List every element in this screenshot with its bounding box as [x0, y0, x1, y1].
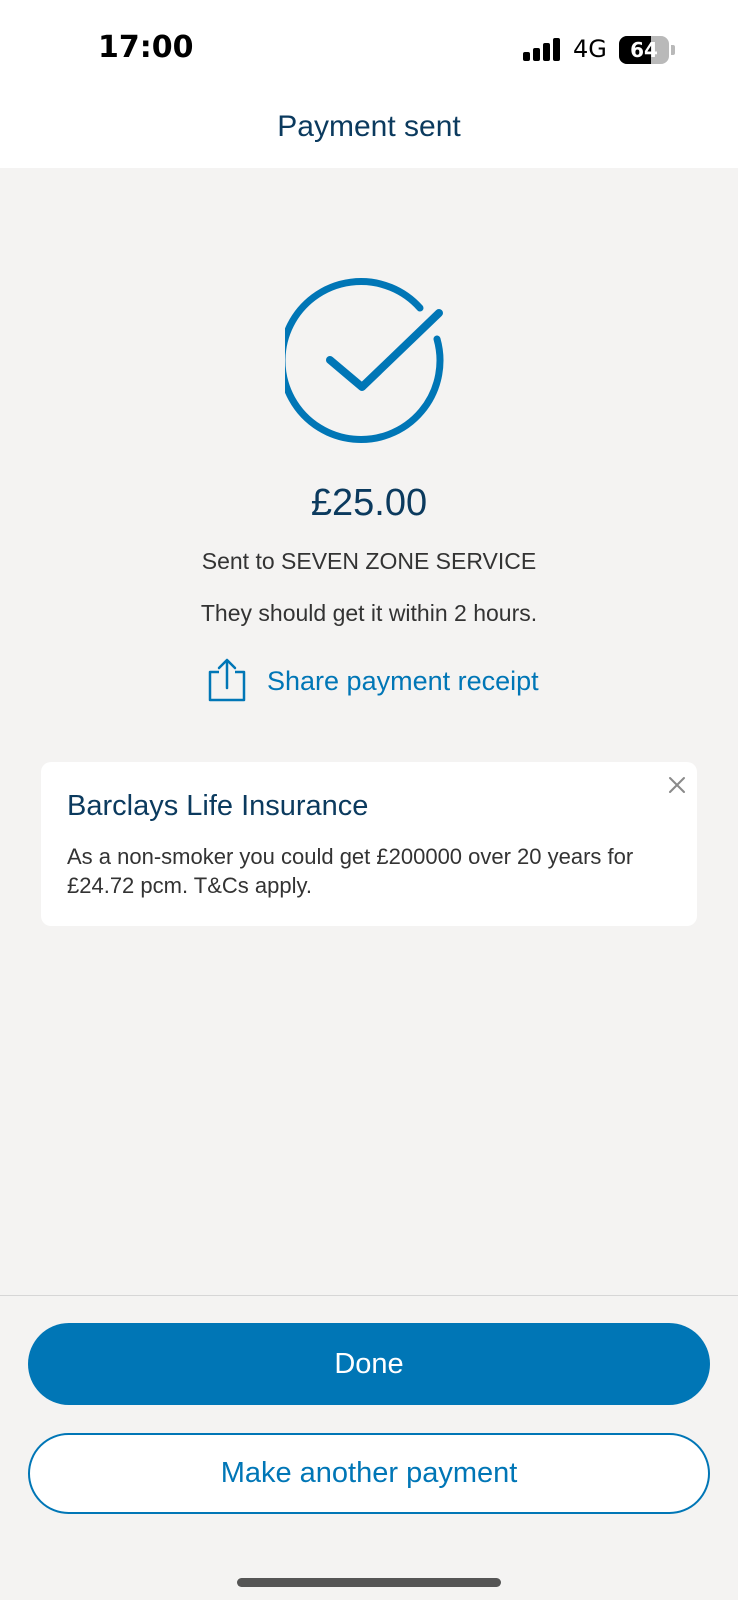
- cellular-signal-icon: [523, 38, 560, 61]
- delivery-eta-text: They should get it within 2 hours.: [200, 600, 538, 626]
- make-another-payment-button[interactable]: Make another payment: [28, 1433, 710, 1514]
- footer-divider: [0, 1295, 738, 1296]
- battery-icon: 64: [619, 36, 675, 64]
- done-button[interactable]: Done: [28, 1323, 710, 1405]
- status-bar: 17:00 4G 64: [0, 0, 738, 96]
- share-receipt-label: Share payment receipt: [267, 666, 539, 696]
- share-icon: [208, 658, 246, 702]
- promo-card[interactable]: Barclays Life Insurance As a non-smoker …: [41, 762, 697, 926]
- status-time: 17:00: [98, 30, 194, 65]
- payment-amount: £25.00: [310, 482, 428, 524]
- promo-title: Barclays Life Insurance: [67, 790, 369, 822]
- close-icon[interactable]: [664, 772, 690, 798]
- promo-body: As a non-smoker you could get £200000 ov…: [67, 844, 634, 898]
- page-title: Payment sent: [277, 110, 461, 143]
- home-indicator[interactable]: [237, 1578, 501, 1587]
- network-type-label: 4G: [573, 35, 607, 63]
- recipient-text: Sent to SEVEN ZONE SERVICE: [201, 548, 537, 574]
- share-receipt-link[interactable]: Share payment receipt: [207, 658, 547, 704]
- nav-header: Payment sent: [0, 96, 738, 168]
- battery-percent-label: 64: [630, 38, 658, 62]
- check-circle-icon: [285, 278, 444, 444]
